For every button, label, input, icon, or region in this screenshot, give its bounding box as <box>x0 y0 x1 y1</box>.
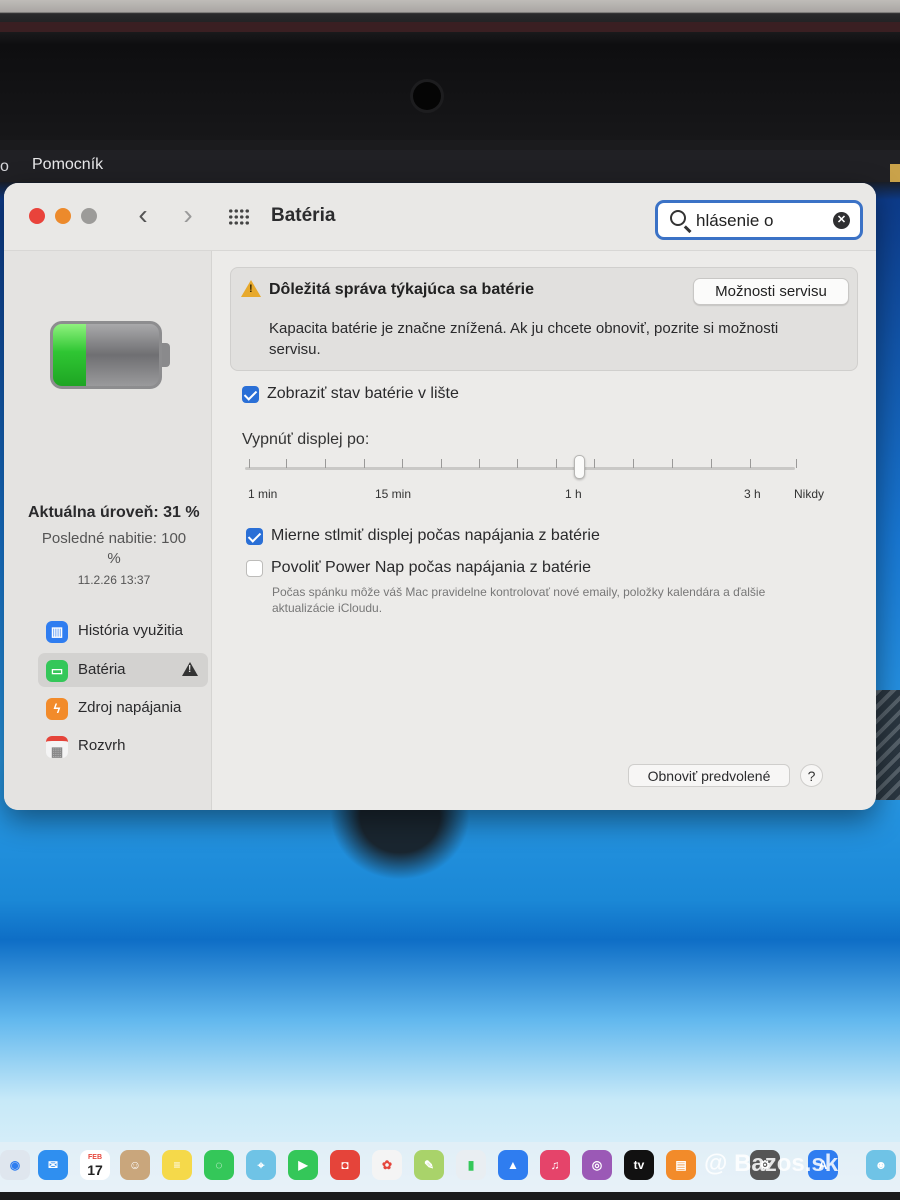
slider-label-1min: 1 min <box>248 487 278 501</box>
bottom-bezel <box>0 1192 900 1200</box>
calendar-icon: ▦ <box>46 736 68 759</box>
clear-search-icon[interactable]: ✕ <box>833 212 850 229</box>
menu-item-help[interactable]: Pomocník <box>32 156 103 174</box>
sidebar-item-power-source[interactable]: ϟ Zdroj napájania <box>38 691 208 725</box>
display-off-label: Vypnúť displej po: <box>242 431 370 448</box>
books-icon[interactable]: ▤ <box>666 1150 696 1180</box>
back-button[interactable]: ‹ <box>130 199 156 233</box>
show-all-grid-icon[interactable] <box>228 208 250 226</box>
show-status-label[interactable]: Zobraziť stav batérie v lište <box>267 385 459 403</box>
display-off-slider[interactable] <box>245 467 795 470</box>
battery-icon: ▭ <box>46 660 68 682</box>
search-input[interactable] <box>696 209 826 233</box>
battery-body <box>50 321 162 389</box>
slider-tick <box>325 459 326 468</box>
sidebar-item-battery[interactable]: ▭ Batéria <box>38 653 208 687</box>
freeform-icon[interactable]: ✎ <box>414 1150 444 1180</box>
sidebar-item-label: Rozvrh <box>78 737 126 754</box>
notes-icon[interactable]: ≡ <box>162 1150 192 1180</box>
battery-level-text: Aktuálna úroveň: 31 % <box>28 504 200 521</box>
minimize-window-button[interactable] <box>55 208 71 224</box>
slider-tick <box>556 459 557 468</box>
slider-tick <box>441 459 442 468</box>
photo-booth-icon[interactable]: ◘ <box>330 1150 360 1180</box>
apple-tv-icon[interactable]: tv <box>624 1150 654 1180</box>
webcam <box>413 82 441 110</box>
sidebar-item-label: História využitia <box>78 622 184 639</box>
zoom-window-button[interactable] <box>81 208 97 224</box>
close-window-button[interactable] <box>29 208 45 224</box>
search-field[interactable]: ✕ <box>655 200 863 240</box>
search-icon <box>670 210 686 226</box>
bolt-icon: ϟ <box>46 698 68 720</box>
help-button[interactable]: ? <box>800 764 823 787</box>
warning-icon <box>241 280 261 297</box>
show-status-checkbox[interactable] <box>242 386 259 403</box>
sidebar: Aktuálna úroveň: 31 % Posledné nabitie: … <box>4 251 212 810</box>
power-nap-checkbox[interactable] <box>246 560 263 577</box>
slider-tick <box>286 459 287 468</box>
contacts-icon[interactable]: ☺ <box>120 1150 150 1180</box>
podcasts-icon[interactable]: ◎ <box>582 1150 612 1180</box>
photos-icon[interactable]: ✿ <box>372 1150 402 1180</box>
mail-icon[interactable]: ✉ <box>38 1150 68 1180</box>
power-nap-description: Počas spánku môže váš Mac pravidelne kon… <box>272 585 766 615</box>
slider-thumb[interactable] <box>574 455 585 479</box>
battery-level-graphic <box>50 321 170 389</box>
slider-tick <box>249 459 250 468</box>
keynote-icon[interactable]: ▲ <box>498 1150 528 1180</box>
dim-display-checkbox[interactable] <box>246 528 263 545</box>
slider-tick <box>672 459 673 468</box>
calendar-app-icon[interactable]: FEB 17 <box>80 1150 110 1180</box>
menubar-status-icon[interactable] <box>890 164 900 182</box>
last-charge-text: Posledné nabitie: 100 % <box>41 530 187 567</box>
menu-item-partial[interactable]: o <box>0 158 9 176</box>
battery-terminal <box>162 343 170 367</box>
battery-fill <box>53 324 86 386</box>
slider-tick <box>796 459 797 468</box>
chart-icon: ▥ <box>46 621 68 643</box>
slider-label-never: Nikdy <box>794 487 825 501</box>
slider-tick <box>517 459 518 468</box>
alert-title: Dôležitá správa týkajúca sa batérie <box>269 281 535 298</box>
slider-tick <box>711 459 712 468</box>
calendar-day: 17 <box>87 1162 103 1178</box>
battery-service-alert: Dôležitá správa týkajúca sa batérie Možn… <box>230 267 858 371</box>
dim-display-label[interactable]: Mierne stlmiť displej počas napájania z … <box>271 527 600 545</box>
warning-icon <box>182 662 198 676</box>
messages-icon[interactable]: ◌ <box>204 1150 234 1180</box>
music-icon[interactable]: ♫ <box>540 1150 570 1180</box>
menu-bar: o Pomocník <box>0 150 900 182</box>
sidebar-item-label: Batéria <box>78 661 126 678</box>
facetime-icon[interactable]: ▶ <box>288 1150 318 1180</box>
forward-button[interactable]: › <box>175 199 201 233</box>
slider-tick <box>594 459 595 468</box>
last-charge-date: 11.2.26 13:37 <box>77 573 151 587</box>
laptop-lid-edge <box>0 22 900 32</box>
sidebar-item-label: Zdroj napájania <box>78 699 182 716</box>
alert-message: Kapacita batérie je značne znížená. Ak j… <box>269 320 779 358</box>
slider-tick <box>402 459 403 468</box>
sidebar-item-schedule[interactable]: ▦ Rozvrh <box>38 729 208 763</box>
slider-tick <box>364 459 365 468</box>
slider-tick <box>479 459 480 468</box>
finder-icon[interactable]: ☻ <box>866 1150 896 1180</box>
power-nap-label[interactable]: Povoliť Power Nap počas napájania z baté… <box>271 559 591 577</box>
window-titlebar: ‹ › Batéria ✕ <box>4 183 876 251</box>
slider-label-3h: 3 h <box>744 487 761 501</box>
restore-defaults-button[interactable]: Obnoviť predvolené <box>628 764 790 787</box>
slider-tick <box>633 459 634 468</box>
slider-tick <box>750 459 751 468</box>
window-title: Batéria <box>271 205 336 226</box>
service-options-button[interactable]: Možnosti servisu <box>693 278 849 305</box>
chrome-icon[interactable]: ◉ <box>0 1150 30 1180</box>
bazos-watermark: @ Bazos.sk <box>704 1150 839 1177</box>
battery-settings-window: ‹ › Batéria ✕ Aktuálna úroveň: 31 % Posl… <box>4 183 876 810</box>
slider-label-1h: 1 h <box>565 487 582 501</box>
maps-icon[interactable]: ⌖ <box>246 1150 276 1180</box>
sidebar-item-usage-history[interactable]: ▥ História využitia <box>38 614 208 648</box>
slider-label-15min: 15 min <box>375 487 412 501</box>
numbers-icon[interactable]: ▮ <box>456 1150 486 1180</box>
